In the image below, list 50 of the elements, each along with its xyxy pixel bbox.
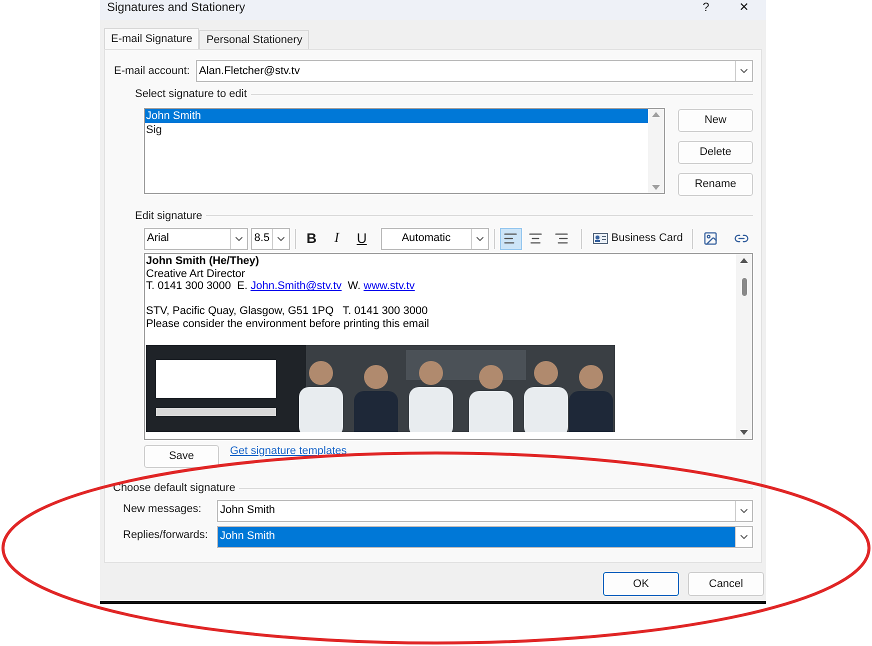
scrollbar[interactable] xyxy=(736,254,752,439)
window-title: Signatures and Stationery xyxy=(107,0,246,14)
signature-dropdown[interactable]: John Smith xyxy=(217,526,753,548)
signature-line: STV, Pacific Quay, Glasgow, G51 1PQ T. 0141 300 3000 xyxy=(146,305,428,318)
scrollbar[interactable] xyxy=(648,108,664,192)
font-dropdown[interactable]: Arial xyxy=(144,228,248,250)
group-heading: Edit signature xyxy=(135,208,202,224)
dialog-button[interactable]: Delete xyxy=(678,140,753,164)
group-heading: Select signature to edit xyxy=(135,87,247,102)
account-dropdown[interactable]: Alan.Fletcher@stv.tv xyxy=(196,60,753,82)
dialog-button[interactable]: OK xyxy=(603,572,679,596)
size-dropdown[interactable]: 8.5 xyxy=(251,228,290,250)
email-link[interactable]: John.Smith@stv.tv xyxy=(250,280,342,292)
templates-link[interactable]: Get signature templates xyxy=(230,444,347,456)
field-label: New messages: xyxy=(123,502,202,516)
color-dropdown[interactable]: Automatic xyxy=(380,228,489,250)
scroll-thumb[interactable] xyxy=(742,278,746,296)
help-button[interactable]: ? xyxy=(696,0,716,14)
align-icon xyxy=(528,231,544,246)
signature-editor[interactable] xyxy=(144,253,753,440)
format-button[interactable]: U xyxy=(350,228,373,250)
signature-line: John Smith (He/They) xyxy=(146,255,260,268)
signature-line: Creative Art Director xyxy=(146,268,246,280)
scroll-down-icon xyxy=(740,430,748,435)
signature-line: T. 0141 300 3000 E. John.Smith@stv.tv W. www.stv.tv xyxy=(146,280,415,293)
dialog-button[interactable]: New xyxy=(678,108,753,132)
dialog-button[interactable]: Cancel xyxy=(688,572,764,596)
format-button[interactable]: I xyxy=(326,228,348,250)
dialog-button[interactable]: Save xyxy=(144,445,219,468)
signature-dropdown[interactable]: John Smith xyxy=(217,500,753,522)
signature-item[interactable]: Sig xyxy=(145,122,648,136)
contact-card-icon xyxy=(593,233,608,244)
align-button[interactable] xyxy=(500,228,522,250)
scroll-up-icon xyxy=(740,258,748,263)
dialog-button[interactable]: Rename xyxy=(678,172,753,196)
format-button[interactable]: B xyxy=(300,228,323,250)
field-label: E-mail account: xyxy=(114,64,191,79)
field-label: Replies/forwards: xyxy=(123,528,209,542)
align-icon xyxy=(554,231,569,246)
business-card-button[interactable]: Business Card xyxy=(591,228,685,250)
tab[interactable]: Personal Stationery xyxy=(199,30,310,49)
picture-icon xyxy=(703,231,718,246)
signature-item[interactable]: John Smith xyxy=(145,108,648,122)
scroll-down-icon xyxy=(652,184,660,190)
align-icon xyxy=(503,231,518,246)
tab[interactable]: E-mail Signature xyxy=(104,28,200,49)
email-link[interactable]: www.stv.tv xyxy=(364,280,415,292)
scroll-up-icon xyxy=(652,112,660,116)
close-button[interactable]: ✕ xyxy=(734,0,754,14)
signature-line: Please consider the environment before printing this email xyxy=(146,318,430,331)
